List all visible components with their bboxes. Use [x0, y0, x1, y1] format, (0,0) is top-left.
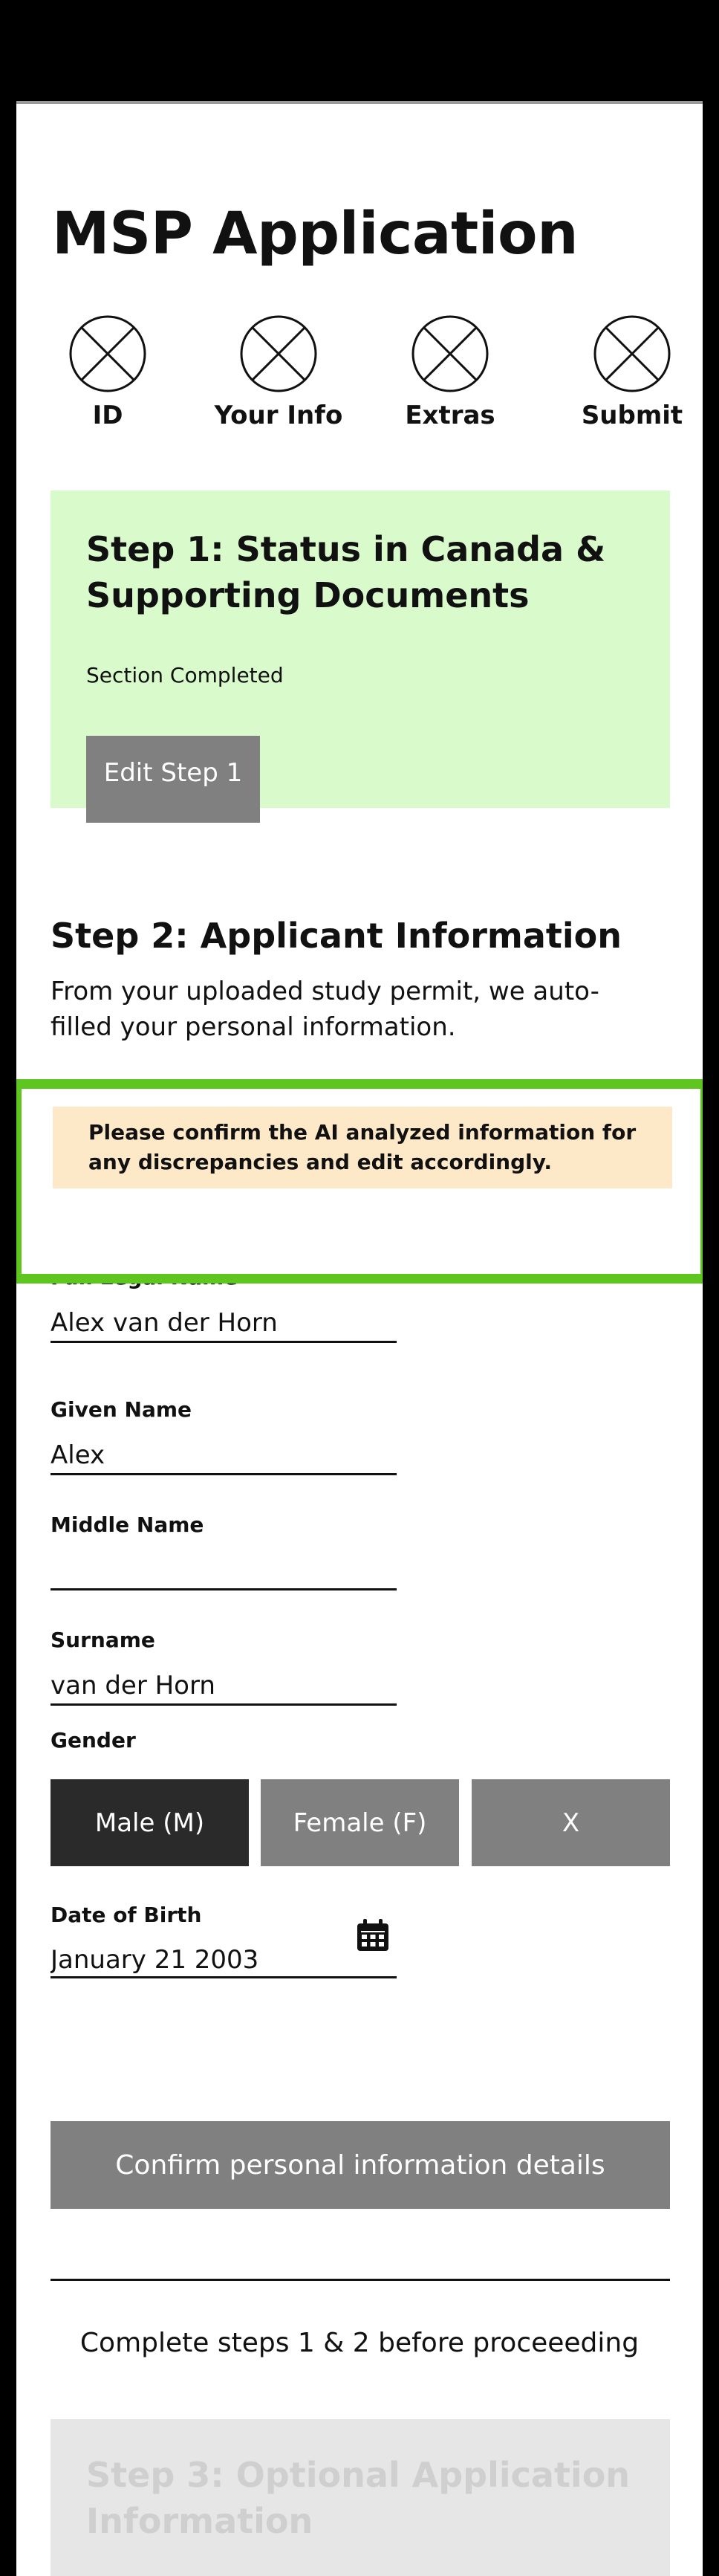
confirm-personal-info-button[interactable]: Confirm personal information details	[51, 2121, 670, 2209]
given-name-field: Given Name	[51, 1397, 397, 1475]
gender-field: Gender	[51, 1728, 397, 1753]
gender-selector: Male (M) Female (F) X	[51, 1779, 670, 1866]
step-label: Submit	[581, 401, 683, 430]
x-circle-icon	[593, 315, 671, 392]
calendar-icon[interactable]	[355, 1918, 391, 1953]
step-id[interactable]: ID	[33, 314, 182, 430]
edit-step1-button[interactable]: Edit Step 1	[86, 736, 260, 823]
step1-title: Step 1: Status in Canada & Supporting Do…	[86, 529, 606, 615]
step1-completed-card: Step 1: Status in Canada & Supporting Do…	[51, 491, 670, 823]
surname-input[interactable]	[51, 1668, 397, 1706]
full-legal-name-input[interactable]	[51, 1305, 397, 1343]
step-submit[interactable]: Submit	[558, 314, 703, 430]
step-label: Your Info	[214, 401, 343, 430]
middle-name-label: Middle Name	[51, 1512, 204, 1537]
date-of-birth-field: Date of Birth	[51, 1903, 397, 1978]
page-title: MSP Application	[52, 201, 579, 268]
step-your-info[interactable]: Your Info	[204, 314, 353, 430]
application-page: MSP Application ID Your Info Extras Subm…	[16, 101, 703, 2576]
date-of-birth-input[interactable]	[51, 1943, 397, 1978]
x-circle-icon	[240, 315, 317, 392]
step3-disabled-card: Step 3: Optional Application Information	[51, 2419, 670, 2576]
given-name-label: Given Name	[51, 1397, 192, 1422]
step-extras[interactable]: Extras	[376, 314, 524, 430]
x-circle-icon	[69, 315, 146, 392]
middle-name-input[interactable]	[51, 1553, 397, 1590]
given-name-input[interactable]	[51, 1437, 397, 1475]
ai-notice-highlight: Please confirm the AI analyzed informati…	[16, 1079, 703, 1284]
gender-x-button[interactable]: X	[472, 1779, 670, 1866]
ai-confirm-alert: Please confirm the AI analyzed informati…	[53, 1107, 672, 1188]
proceed-note: Complete steps 1 & 2 before proceeeding	[79, 2328, 640, 2358]
surname-label: Surname	[51, 1628, 155, 1652]
gender-label: Gender	[51, 1728, 136, 1753]
step2-description: From your uploaded study permit, we auto…	[51, 977, 599, 1042]
date-of-birth-label: Date of Birth	[51, 1903, 202, 1927]
step-label: ID	[92, 401, 123, 430]
surname-field: Surname	[51, 1628, 397, 1706]
step2-title: Step 2: Applicant Information	[51, 916, 622, 956]
progress-stepper: ID Your Info Extras Submit	[16, 314, 703, 441]
gender-male-button[interactable]: Male (M)	[51, 1779, 249, 1866]
x-circle-icon	[411, 315, 489, 392]
section-divider	[51, 2279, 670, 2281]
step3-title: Step 3: Optional Application Information	[86, 2455, 631, 2541]
middle-name-field: Middle Name	[51, 1512, 397, 1590]
step-label: Extras	[405, 401, 495, 430]
alert-text: Please confirm the AI analyzed informati…	[88, 1120, 637, 1174]
gender-female-button[interactable]: Female (F)	[261, 1779, 459, 1866]
section-status: Section Completed	[86, 663, 284, 687]
